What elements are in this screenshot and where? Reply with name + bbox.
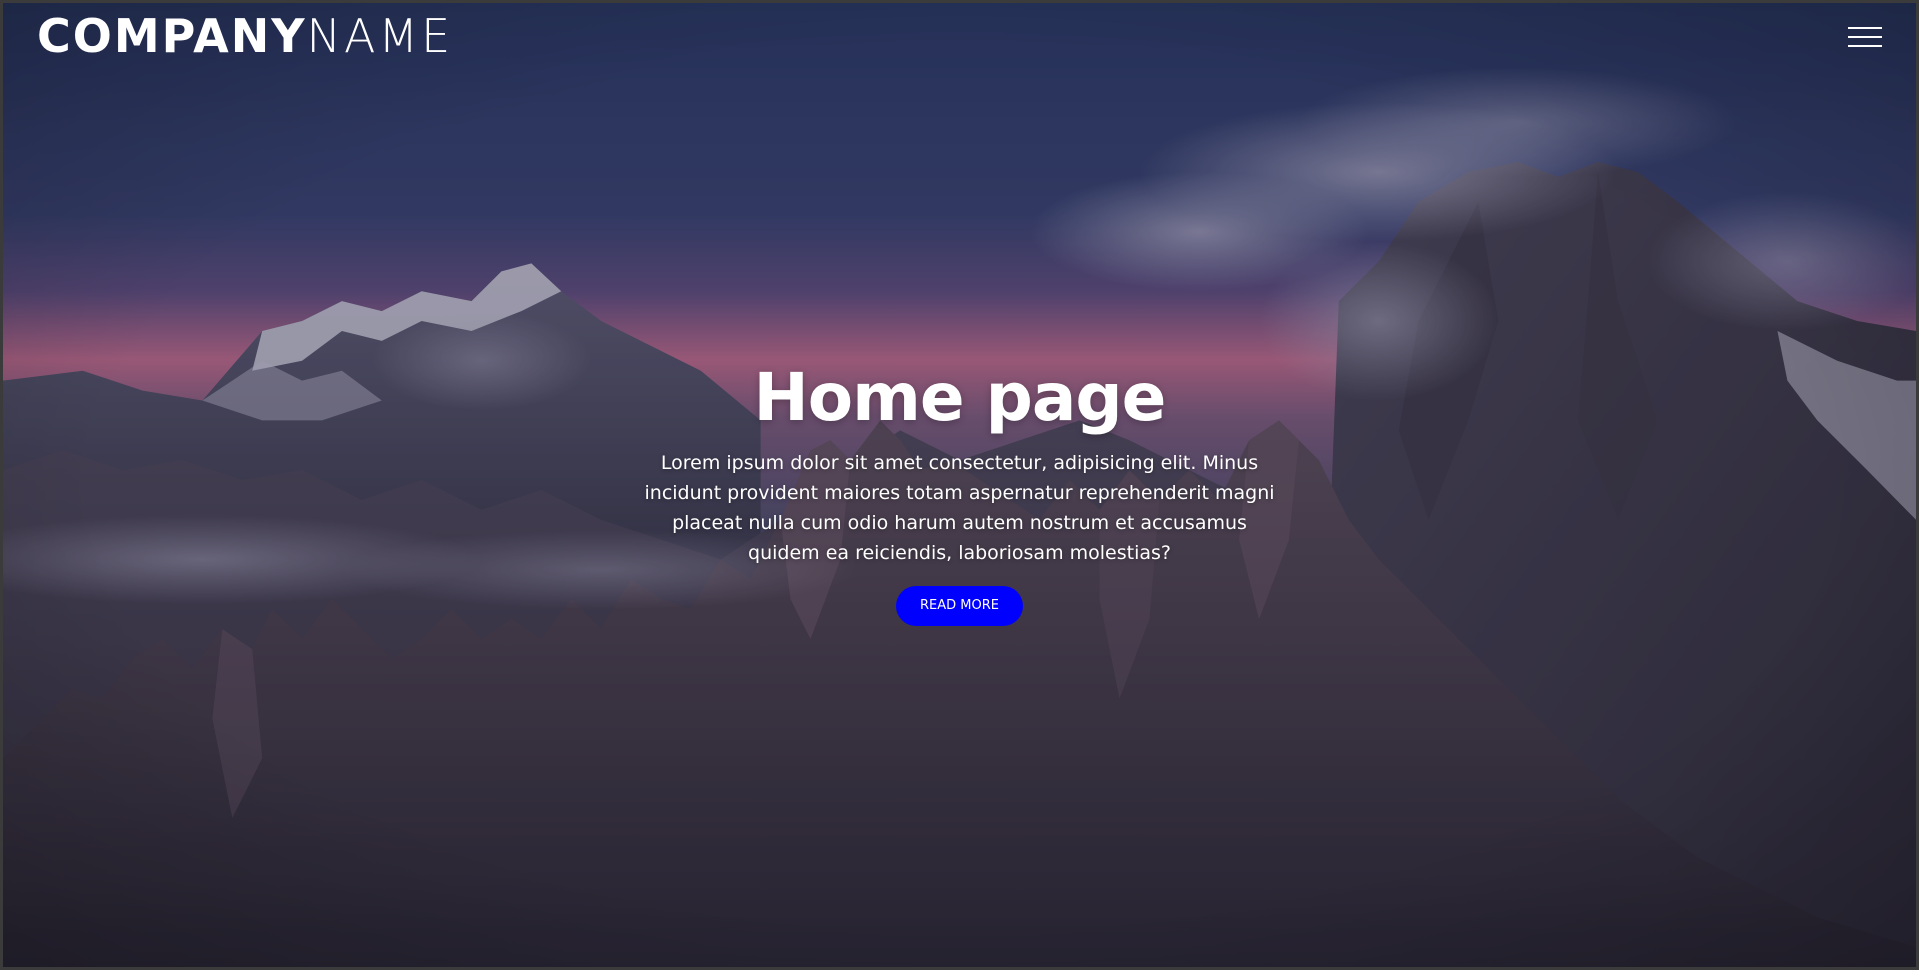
menu-line [1848,27,1882,29]
hero-content: Home page Lorem ipsum dolor sit amet con… [640,358,1280,626]
hamburger-menu-icon[interactable] [1848,25,1882,49]
menu-line [1848,45,1882,47]
brand-name-bold: COMPANY [37,9,307,63]
navbar: COMPANYNAME [3,3,1916,73]
hero-description: Lorem ipsum dolor sit amet consectetur, … [644,452,1275,564]
menu-line [1848,36,1882,38]
read-more-button[interactable]: READ MORE [896,586,1023,626]
brand-logo[interactable]: COMPANYNAME [37,9,453,63]
hero-title: Home page [753,359,1167,436]
brand-name-light: NAME [306,9,454,63]
page: COMPANYNAME Home page Lorem ipsum dolor … [0,0,1919,970]
